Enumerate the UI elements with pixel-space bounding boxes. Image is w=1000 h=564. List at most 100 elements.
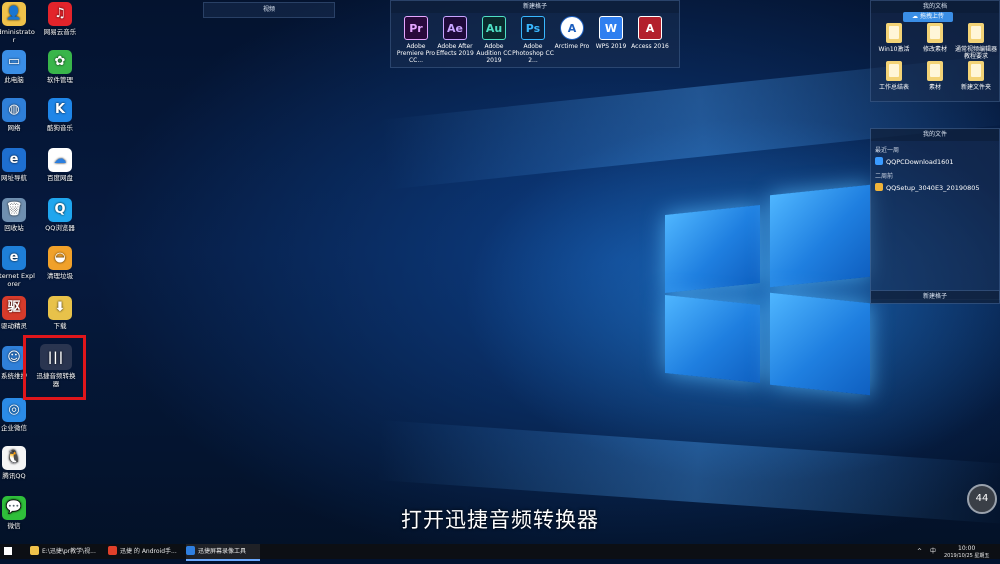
desktop-icon[interactable]: ◎ 企业微信 — [0, 398, 36, 432]
app-shortcut[interactable]: Ae Adobe After Effects 2019 — [434, 16, 476, 57]
file-row[interactable]: QQSetup_3040E3_20190805 — [875, 183, 980, 194]
desktop-icon-label: 清理垃圾 — [47, 272, 73, 280]
recording-timer-bubble[interactable]: 44 — [967, 484, 997, 514]
desktop-icon-label: 网易云音乐 — [43, 28, 77, 36]
selection-highlight-box — [23, 335, 86, 400]
app-tile-icon: Ps — [521, 16, 545, 40]
folder-item[interactable]: 修改素材 — [914, 23, 956, 53]
desktop-icon[interactable]: 🐧 腾讯QQ — [0, 446, 36, 480]
clock-date[interactable]: 2019/10/25 星期五 — [944, 549, 989, 564]
folder-item[interactable]: 新建文件夹 — [955, 61, 997, 91]
app-shortcut[interactable]: Ps Adobe Photoshop CC 2... — [512, 16, 554, 64]
app-icon: ☁ — [48, 148, 72, 172]
app-icon: ◍ — [2, 98, 26, 122]
folder-icon — [968, 23, 984, 43]
start-button[interactable] — [4, 544, 18, 559]
desktop-icon-label: 此电脑 — [4, 76, 24, 84]
app-tile-icon: W — [599, 16, 623, 40]
desktop-icon-label: 软件管理 — [47, 76, 73, 84]
desktop-icon[interactable]: ✿ 软件管理 — [38, 50, 82, 84]
app-icon: ✿ — [48, 50, 72, 74]
app-icon: e — [2, 148, 26, 172]
taskbar-window-button[interactable]: E:\迅捷\pr教学\视... — [30, 544, 104, 559]
folder-item[interactable]: Win10激活 — [873, 23, 915, 53]
taskbar-window-button[interactable]: 迅捷屏幕录像工具 — [186, 544, 260, 561]
folder-label: 工作总结表 — [878, 84, 909, 91]
desktop-icon[interactable]: 🗑 回收站 — [0, 198, 36, 232]
folder-icon — [886, 23, 902, 43]
app-icon: 🐧 — [2, 446, 26, 470]
desktop-icon-label: 下载 — [53, 322, 67, 330]
fence-new-bottom[interactable]: 新建格子 — [870, 290, 1000, 304]
app-tile-icon: Au — [482, 16, 506, 40]
app-icon: 🗑 — [2, 198, 26, 222]
tray-up-arrow-icon[interactable]: ^ — [917, 544, 922, 559]
desktop-icon[interactable]: ◒ 清理垃圾 — [38, 246, 82, 280]
desktop-icon[interactable]: ♫ 网易云音乐 — [38, 2, 82, 36]
fence-video[interactable]: 视频 — [203, 2, 335, 18]
file-name: QQSetup_3040E3_20190805 — [886, 184, 980, 192]
app-icon: ▭ — [2, 50, 26, 74]
folder-item[interactable]: 通常视频编辑器教程要求 — [955, 23, 997, 60]
app-shortcut-label: Adobe Premiere Pro CC... — [396, 43, 436, 64]
app-icon: 👤 — [2, 2, 26, 26]
folder-icon — [927, 23, 943, 43]
cloud-icon: ☁ — [912, 13, 919, 20]
section-recent-label: 最近一周 — [875, 147, 900, 154]
folder-icon — [886, 61, 902, 81]
folder-label: 修改素材 — [922, 46, 947, 53]
app-shortcut[interactable]: Pr Adobe Premiere Pro CC... — [395, 16, 437, 64]
desktop-icon[interactable]: e Internet Explorer — [0, 246, 36, 288]
app-shortcut-label: Access 2016 — [631, 43, 669, 50]
upload-badge[interactable]: ☁ 拖拽上传 — [903, 12, 953, 22]
file-name: QQPCDownload1601 — [886, 158, 954, 166]
app-shortcut[interactable]: W WPS 2019 — [590, 16, 632, 50]
desktop-icon[interactable]: e 网址导航 — [0, 148, 36, 182]
fence-my-documents[interactable]: 我的文档 ☁ 拖拽上传 Win10激活 修改素材 通常视频编辑器教程要求 工作总结表素… — [870, 0, 1000, 102]
desktop-icon-label: 驱动精灵 — [1, 322, 27, 330]
desktop-icon[interactable]: ▭ 此电脑 — [0, 50, 36, 84]
desktop-icon-label: 网络 — [7, 124, 21, 132]
app-icon: Q — [48, 198, 72, 222]
app-shortcut-label: WPS 2019 — [595, 43, 627, 50]
app-shortcut-label: Adobe After Effects 2019 — [436, 43, 474, 57]
app-shortcut[interactable]: Au Adobe Audition CC 2019 — [473, 16, 515, 64]
desktop-icon-label: 百度网盘 — [47, 174, 73, 182]
desktop-icon-label: 回收站 — [4, 224, 24, 232]
app-icon: ♫ — [48, 2, 72, 26]
video-subtitle: 打开迅捷音频转换器 — [401, 508, 599, 532]
taskbar-window-label: E:\迅捷\pr教学\视... — [42, 548, 96, 555]
desktop-icon[interactable]: ⬇ 下载 — [38, 296, 82, 330]
taskbar-window-label: 迅捷屏幕录像工具 — [198, 548, 247, 555]
installer-icon — [875, 157, 883, 165]
windows-logo-pane — [770, 292, 870, 396]
ime-indicator[interactable]: 中 — [930, 544, 936, 559]
fence-new-top-title: 新建格子 — [391, 1, 679, 13]
desktop-wallpaper — [0, 0, 1000, 559]
folder-item[interactable]: 工作总结表 — [873, 61, 915, 91]
app-shortcut-label: Adobe Photoshop CC 2... — [512, 43, 554, 64]
app-shortcut[interactable]: A Access 2016 — [629, 16, 671, 50]
desktop-icon[interactable]: K 酷狗音乐 — [38, 98, 82, 132]
section-two-weeks-label: 二周前 — [875, 173, 894, 180]
windows-logo-pane — [665, 295, 760, 383]
app-shortcut[interactable]: A Arctime Pro — [551, 16, 593, 50]
windows-icon — [4, 547, 12, 555]
desktop-icon[interactable]: ☁ 百度网盘 — [38, 148, 82, 182]
folder-item[interactable]: 素材 — [914, 61, 956, 91]
taskbar-window-button[interactable]: 迅捷 的 Android手... — [108, 544, 182, 559]
desktop-icon-label: 企业微信 — [1, 424, 27, 432]
desktop-icon[interactable]: ◍ 网络 — [0, 98, 36, 132]
window-app-icon — [30, 546, 39, 555]
folder-label: 新建文件夹 — [960, 84, 991, 91]
folder-icon — [968, 61, 984, 81]
file-row[interactable]: QQPCDownload1601 — [875, 157, 954, 168]
windows-logo-pane — [770, 184, 870, 288]
desktop-icon[interactable]: Q QQ浏览器 — [38, 198, 82, 232]
app-icon: e — [2, 246, 26, 270]
fence-new-bottom-title: 新建格子 — [871, 291, 999, 303]
desktop-icon[interactable]: 驱驱动精灵 — [0, 296, 36, 330]
fence-my-files[interactable]: 我的文件 最近一周 QQPCDownload1601 二周前 QQSetup_3… — [870, 128, 1000, 300]
desktop-icon[interactable]: 👤 Administrator — [0, 2, 36, 44]
fence-new-top[interactable]: 新建格子 Pr Adobe Premiere Pro CC... Ae Adobe A… — [390, 0, 680, 68]
